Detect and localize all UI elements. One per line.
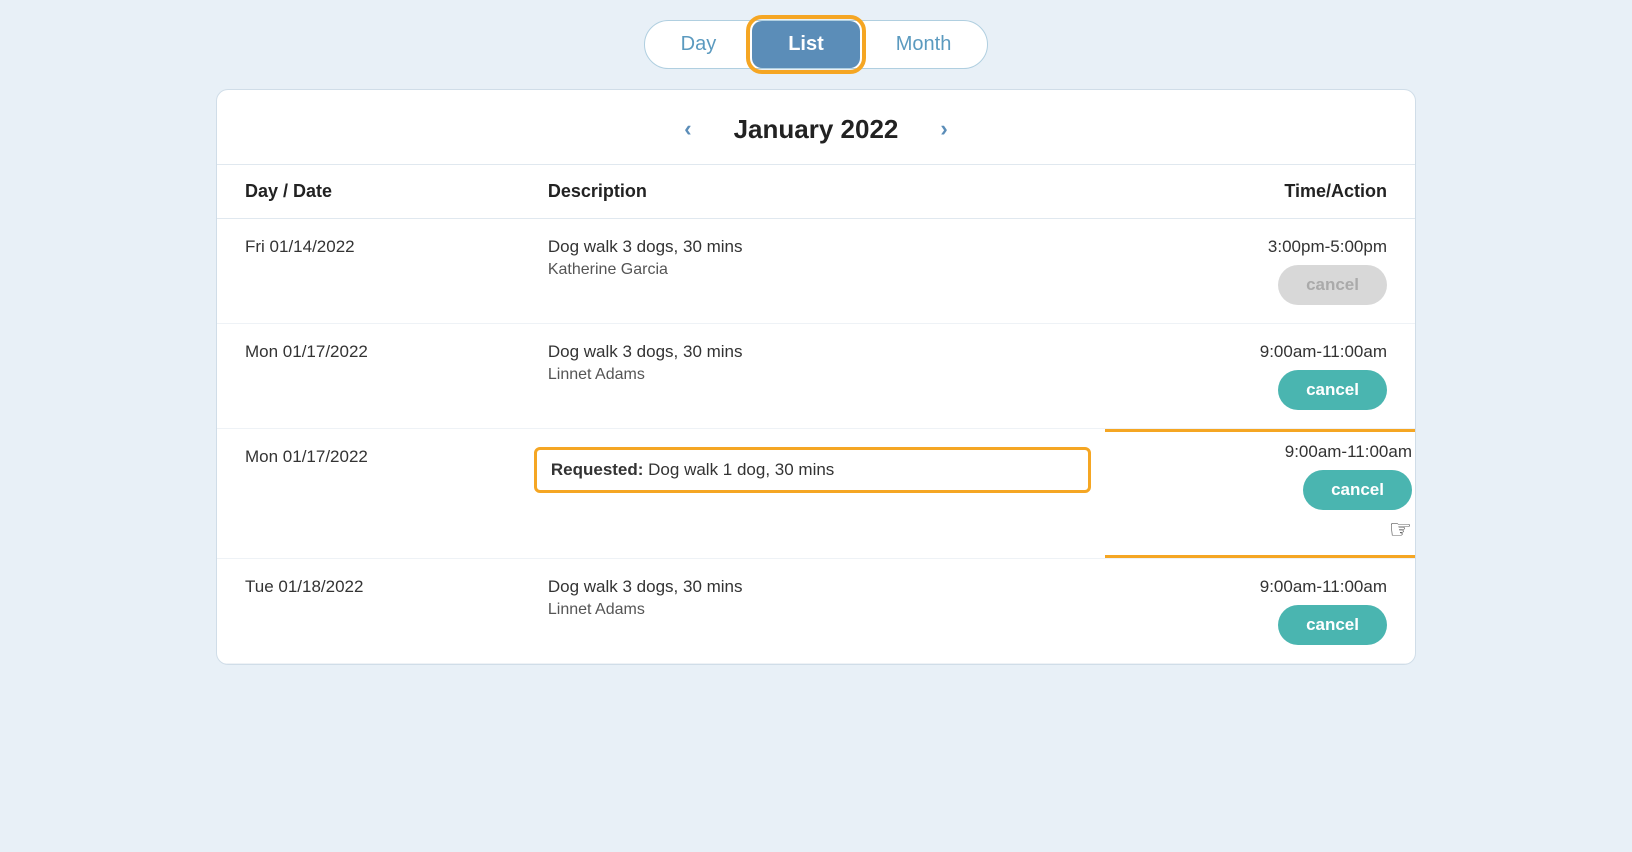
row-time: 9:00am-11:00am — [1133, 342, 1387, 362]
month-title: January 2022 — [734, 114, 899, 145]
row-time: 3:00pm-5:00pm — [1133, 237, 1387, 257]
calendar-table: Day / Date Description Time/Action Fri 0… — [217, 165, 1415, 664]
row-date: Mon 01/17/2022 — [217, 429, 520, 559]
table-row: Fri 01/14/2022 Dog walk 3 dogs, 30 mins Ka… — [217, 219, 1415, 324]
table-row: Tue 01/18/2022 Dog walk 3 dogs, 30 mins Li… — [217, 559, 1415, 664]
row-description: Dog walk 3 dogs, 30 mins Linnet Adams — [520, 324, 1105, 429]
row-time: 9:00am-11:00am — [1285, 442, 1412, 462]
next-month-button[interactable]: › — [930, 112, 957, 146]
row-description: Dog walk 3 dogs, 30 mins Katherine Garcia — [520, 219, 1105, 324]
row-desc-line2: Katherine Garcia — [548, 261, 1077, 279]
row-desc-line2: Linnet Adams — [548, 366, 1077, 384]
row-date: Tue 01/18/2022 — [217, 559, 520, 664]
tab-month[interactable]: Month — [860, 21, 988, 68]
row-action: 9:00am-11:00am cancel — [1105, 324, 1415, 429]
col-header-description: Description — [520, 165, 1105, 219]
cursor-hand-icon: ☞ — [1389, 514, 1412, 545]
main-card: ‹ January 2022 › Day / Date Description … — [216, 89, 1416, 665]
row-date: Fri 01/14/2022 — [217, 219, 520, 324]
tab-day[interactable]: Day — [645, 21, 753, 68]
cancel-button: cancel — [1278, 265, 1387, 305]
row-action: 3:00pm-5:00pm cancel — [1105, 219, 1415, 324]
row-date: Mon 01/17/2022 — [217, 324, 520, 429]
cancel-button[interactable]: cancel — [1278, 605, 1387, 645]
cancel-button[interactable]: cancel — [1303, 470, 1412, 510]
row-desc-line1: Requested: Dog walk 1 dog, 30 mins — [551, 460, 1074, 480]
table-header-row: Day / Date Description Time/Action — [217, 165, 1415, 219]
row-desc-line2: Linnet Adams — [548, 601, 1077, 619]
row-action: 9:00am-11:00am cancel ☞ — [1105, 429, 1415, 559]
col-header-date: Day / Date — [217, 165, 520, 219]
month-nav: ‹ January 2022 › — [217, 90, 1415, 165]
view-toggle: Day List Month — [644, 20, 989, 69]
row-action: 9:00am-11:00am cancel — [1105, 559, 1415, 664]
row-desc-line1: Dog walk 3 dogs, 30 mins — [548, 577, 1077, 597]
row-time: 9:00am-11:00am — [1133, 577, 1387, 597]
row-description: Requested: Dog walk 1 dog, 30 mins — [520, 429, 1105, 559]
table-row: Mon 01/17/2022 Requested: Dog walk 1 dog,… — [217, 429, 1415, 559]
tab-list[interactable]: List — [752, 21, 860, 68]
row-description: Dog walk 3 dogs, 30 mins Linnet Adams — [520, 559, 1105, 664]
table-row: Mon 01/17/2022 Dog walk 3 dogs, 30 mins Li… — [217, 324, 1415, 429]
cancel-button[interactable]: cancel — [1278, 370, 1387, 410]
row-desc-line1: Dog walk 3 dogs, 30 mins — [548, 237, 1077, 257]
col-header-action: Time/Action — [1105, 165, 1415, 219]
row-desc-line1: Dog walk 3 dogs, 30 mins — [548, 342, 1077, 362]
prev-month-button[interactable]: ‹ — [674, 112, 701, 146]
